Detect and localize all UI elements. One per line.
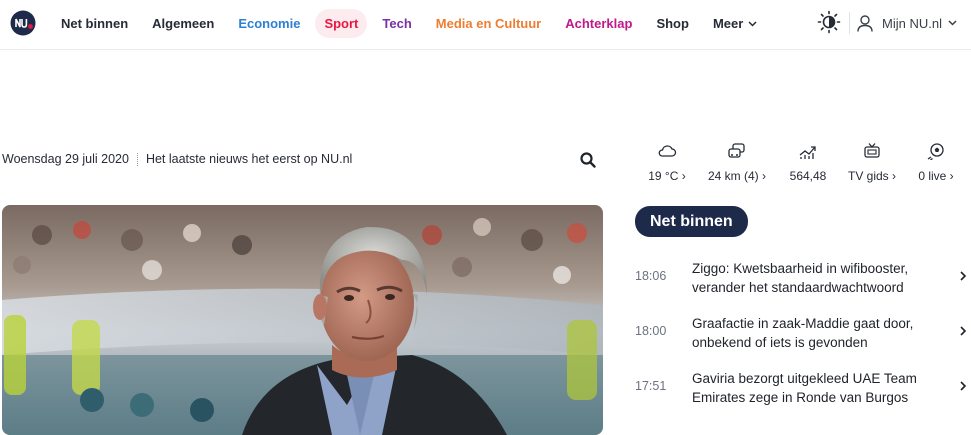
nav-item-tech[interactable]: Tech (373, 9, 420, 38)
nav-item-label: Shop (656, 15, 689, 31)
live-ball-icon (927, 143, 944, 160)
live-label: 0 live › (918, 169, 954, 183)
chevron-down-icon (948, 20, 957, 26)
nav-item-shop[interactable]: Shop (647, 9, 698, 38)
nav-item-label: Achterklap (565, 15, 633, 31)
tv-guide-widget[interactable]: TV gids › (840, 142, 904, 186)
news-time: 17:51 (635, 379, 667, 393)
nu-logo-icon[interactable] (10, 10, 36, 36)
news-item[interactable]: 18:06 Ziggo: Kwetsbaarheid in wifibooste… (635, 255, 971, 301)
site-tagline: Het laatste nieuws het eerst op NU.nl (145, 152, 353, 166)
hero-photo (2, 205, 603, 435)
main-menu: Net binnen Algemeen Economie Sport Tech Media… (52, 8, 772, 38)
nav-item-label: Tech (382, 15, 412, 31)
nav-item-label: Algemeen (152, 15, 215, 31)
top-navigation: Net binnen Algemeen Economie Sport Tech Media… (0, 0, 971, 50)
nav-item-label: Economie (238, 15, 301, 31)
nav-divider (849, 12, 850, 34)
stock-label: 564,48 (789, 169, 827, 183)
nav-item-sport[interactable]: Sport (315, 8, 368, 38)
hero-article-image[interactable] (2, 205, 603, 435)
live-widget[interactable]: 0 live › (906, 142, 966, 186)
news-title: Gaviria bezorgt uitgekleed UAE Team Emir… (692, 371, 917, 405)
weather-label: 19 °C › (648, 169, 686, 183)
date-row: Woensdag 29 juli 2020 Het laatste nieuws… (2, 150, 352, 168)
chevron-down-icon (748, 21, 757, 27)
chevron-right-icon (960, 381, 967, 391)
nav-item-achterklap[interactable]: Achterklap (556, 9, 641, 38)
current-date: Woensdag 29 juli 2020 (2, 152, 129, 166)
chevron-right-icon (960, 326, 967, 336)
contrast-icon[interactable] (817, 10, 841, 34)
nav-item-label: Sport (324, 15, 359, 31)
news-item[interactable]: 17:51 Gaviria bezorgt uitgekleed UAE Tea… (635, 365, 971, 411)
nav-item-label: Media en Cultuur (435, 15, 542, 31)
account-button[interactable]: Mijn NU.nl (857, 12, 957, 34)
weather-widget[interactable]: 19 °C › (636, 142, 698, 186)
stock-chart-icon (799, 146, 816, 159)
nav-item-label: Meer (712, 15, 744, 31)
search-icon[interactable] (579, 151, 597, 169)
date-separator (136, 152, 138, 166)
traffic-label: 24 km (4) › (707, 169, 767, 183)
account-label: Mijn NU.nl (882, 15, 942, 31)
user-icon (857, 14, 873, 32)
nav-item-net-binnen[interactable]: Net binnen (52, 9, 137, 38)
nav-item-meer[interactable]: Meer (704, 9, 766, 38)
nav-item-algemeen[interactable]: Algemeen (143, 9, 223, 38)
news-item[interactable]: 18:00 Graafactie in zaak-Maddie gaat doo… (635, 310, 971, 356)
news-time: 18:06 (635, 269, 667, 283)
tv-icon (864, 143, 880, 158)
nav-item-economie[interactable]: Economie (229, 9, 309, 38)
cloud-icon (658, 145, 677, 157)
news-title: Graafactie in zaak-Maddie gaat door, onb… (692, 316, 914, 350)
service-widgets: 19 °C › 24 km (4) › 564,48 TV gids › 0 l… (636, 142, 966, 186)
nav-item-media-en-cultuur[interactable]: Media en Cultuur (427, 9, 550, 38)
stock-widget[interactable]: 564,48 (776, 142, 840, 186)
news-time: 18:00 (635, 324, 667, 338)
chevron-right-icon (960, 271, 967, 281)
net-binnen-heading[interactable]: Net binnen (635, 206, 748, 237)
traffic-icon (728, 143, 745, 158)
news-title: Ziggo: Kwetsbaarheid in wifibooster, ver… (692, 261, 909, 295)
traffic-widget[interactable]: 24 km (4) › (700, 142, 774, 186)
nav-item-label: Net binnen (61, 15, 129, 31)
tv-guide-label: TV gids › (847, 169, 897, 183)
